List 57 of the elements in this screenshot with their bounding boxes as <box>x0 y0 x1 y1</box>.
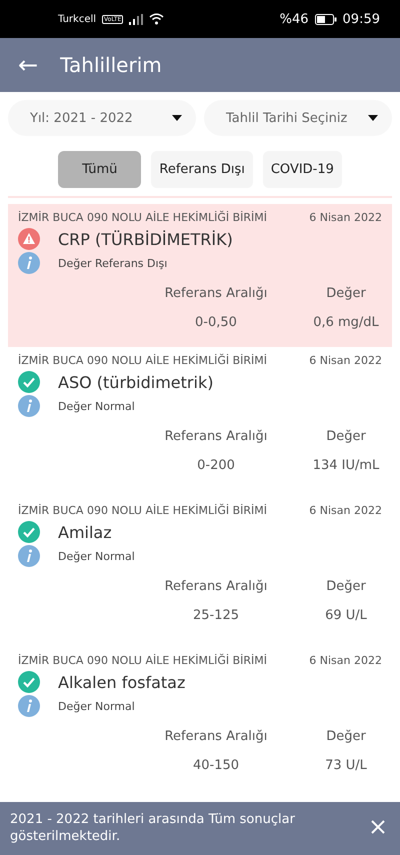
range-label: Referans Aralığı <box>164 729 268 744</box>
test-name: Alkalen fosfataz <box>58 672 186 692</box>
result-date: 6 Nisan 2022 <box>309 211 382 224</box>
warning-icon <box>18 228 40 250</box>
info-icon <box>18 252 40 274</box>
test-name: CRP (TÜRBİDİMETRİK) <box>58 230 233 248</box>
test-name: Amilaz <box>58 522 112 542</box>
range-label: Referans Aralığı <box>164 429 268 444</box>
status-note: Değer Normal <box>58 550 135 562</box>
status-note: Değer Normal <box>58 400 135 412</box>
result-card[interactable]: İZMİR BUCA 090 NOLU AİLE HEKİMLİĞİ BİRİMİ 6 Nisan 2022 CRP (TÜRBİDİMETRİK) Değer Referans Dışı Referans Aralığı Değer 0-0,50 0,6 mg/dL <box>8 204 392 347</box>
range-value: 0-0,50 <box>195 315 237 330</box>
result-date: 6 Nisan 2022 <box>309 354 382 367</box>
filter-dropdown[interactable]: Tahlil Tarihi Seçiniz <box>204 100 392 136</box>
page-title: Tahlillerim <box>60 53 162 77</box>
test-name: ASO (türbidimetrik) <box>58 372 214 392</box>
check-icon <box>18 521 40 543</box>
caret-icon <box>368 115 378 121</box>
value-label: Değer <box>326 579 366 594</box>
carrier-name: Turkcell <box>58 14 96 24</box>
filter-tab[interactable]: COVID-19 <box>262 151 342 188</box>
clock-time: 09:59 <box>342 12 380 26</box>
result-value: 73 U/L <box>325 758 367 773</box>
check-icon <box>18 371 40 393</box>
result-value: 69 U/L <box>325 608 367 623</box>
check-icon <box>18 671 40 693</box>
range-label: Referans Aralığı <box>164 286 268 301</box>
snackbar-message: 2021 - 2022 tarihleri arasında Tüm sonuçlar gösterilmektedir. <box>10 812 296 846</box>
range-value: 40-150 <box>192 758 240 773</box>
value-label: Değer <box>326 429 366 444</box>
clinic-name: İZMİR BUCA 090 NOLU AİLE HEKİMLİĞİ BİRİMİ <box>18 211 268 224</box>
result-date: 6 Nisan 2022 <box>309 654 382 667</box>
battery-percent: %46 <box>280 12 309 26</box>
signal-icon <box>129 14 144 24</box>
filter-tab[interactable]: Referans Dışı <box>151 151 253 188</box>
clinic-name: İZMİR BUCA 090 NOLU AİLE HEKİMLİĞİ BİRİMİ <box>18 354 268 367</box>
info-icon <box>18 545 40 567</box>
filter-tab[interactable]: Tümü <box>58 151 142 188</box>
back-button[interactable]: ← <box>18 51 38 79</box>
clinic-name: İZMİR BUCA 090 NOLU AİLE HEKİMLİĞİ BİRİMİ <box>18 654 268 667</box>
info-icon <box>18 695 40 717</box>
info-icon <box>18 395 40 417</box>
range-label: Referans Aralığı <box>164 579 268 594</box>
value-label: Değer <box>326 729 366 744</box>
range-value: 0-200 <box>197 458 235 473</box>
status-note: Değer Normal <box>58 700 135 712</box>
wifi-icon <box>149 13 164 25</box>
result-value: 134 IU/mL <box>312 458 380 473</box>
filter-dropdown[interactable]: Yıl: 2021 - 2022 <box>8 100 196 136</box>
range-value: 25-125 <box>192 608 240 623</box>
caret-icon <box>172 115 182 121</box>
value-label: Değer <box>326 286 366 301</box>
result-date: 6 Nisan 2022 <box>309 504 382 517</box>
clinic-name: İZMİR BUCA 090 NOLU AİLE HEKİMLİĞİ BİRİMİ <box>18 504 268 517</box>
status-note: Değer Referans Dışı <box>58 256 168 270</box>
battery-icon <box>314 14 337 24</box>
result-value: 0,6 mg/dL <box>313 315 379 330</box>
